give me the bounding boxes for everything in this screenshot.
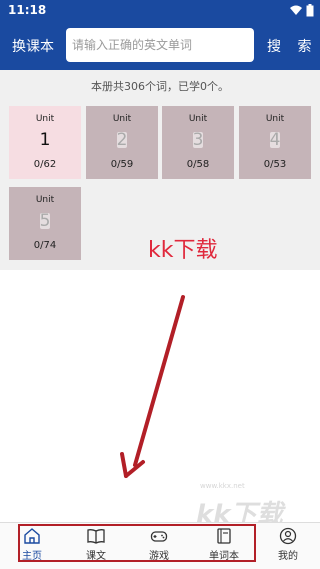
change-book-button[interactable]: 换课本 <box>12 36 54 56</box>
unit-label: Unit <box>265 114 285 124</box>
nav-item-home[interactable]: 主页 <box>7 527 57 567</box>
search-input[interactable] <box>66 28 254 62</box>
battery-icon <box>306 4 314 17</box>
home-icon <box>24 528 40 544</box>
nav-label: 游戏 <box>149 551 169 562</box>
lock-overlay-icon <box>117 132 127 148</box>
nav-item-wordbook[interactable]: 单词本 <box>199 527 249 567</box>
unit-card-2[interactable]: Unit 2 0/59 <box>86 106 158 179</box>
nav-label: 我的 <box>278 551 298 562</box>
status-bar: 11:18 <box>0 0 320 22</box>
profile-icon <box>279 527 297 545</box>
unit-progress: 0/58 <box>186 159 210 170</box>
lock-overlay-icon <box>270 132 280 148</box>
unit-progress: 0/59 <box>110 159 134 170</box>
search-button[interactable]: 搜 索 <box>267 36 317 56</box>
gamepad-icon <box>150 531 168 542</box>
watermark-url: www.kkx.net <box>200 482 245 490</box>
unit-label: Unit <box>35 195 55 205</box>
lock-overlay-icon <box>40 213 50 229</box>
wifi-icon <box>290 5 302 15</box>
unit-card-3[interactable]: Unit 3 0/58 <box>162 106 234 179</box>
nav-item-games[interactable]: 游戏 <box>134 527 184 567</box>
unit-progress: 0/74 <box>33 240 57 251</box>
nav-item-profile[interactable]: 我的 <box>263 527 313 567</box>
unit-progress: 0/62 <box>33 159 57 170</box>
bottom-nav: 主页 课文 游戏 单词本 我的 <box>0 522 320 569</box>
nav-item-texts[interactable]: 课文 <box>71 527 121 567</box>
nav-label: 单词本 <box>209 551 239 562</box>
unit-card-5[interactable]: Unit 5 0/74 <box>9 187 81 260</box>
lock-overlay-icon <box>193 132 203 148</box>
unit-progress: 0/53 <box>263 159 287 170</box>
header: 换课本 搜 索 <box>0 22 320 70</box>
word-summary: 本册共306个词，已学0个。 <box>91 80 229 93</box>
status-time: 11:18 <box>8 3 47 17</box>
unit-card-4[interactable]: Unit 4 0/53 <box>239 106 311 179</box>
unit-label: Unit <box>112 114 132 124</box>
watermark-text: kk下载 <box>148 238 218 263</box>
unit-number: 1 <box>39 130 51 150</box>
book-icon <box>87 529 105 544</box>
notebook-icon <box>217 528 231 544</box>
unit-label: Unit <box>188 114 208 124</box>
unit-label: Unit <box>35 114 55 124</box>
nav-label: 课文 <box>86 551 106 562</box>
status-icons <box>290 4 314 17</box>
nav-label: 主页 <box>22 551 42 562</box>
unit-card-1[interactable]: Unit 1 0/62 <box>9 106 81 179</box>
